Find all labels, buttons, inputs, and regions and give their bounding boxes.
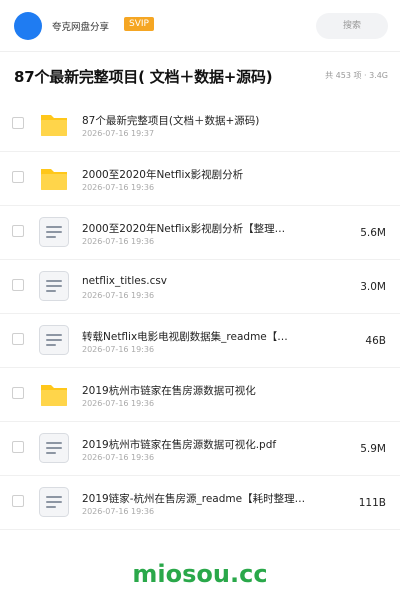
file-name: 2019链家-杭州在售房源_readme【耗时整理… (82, 493, 306, 505)
file-date: 2026-07-16 19:36 (82, 399, 155, 408)
file-list: 87个最新完整项目(文档＋数据+源码) 2026-07-16 19:37 2000至… (0, 98, 400, 530)
file-date: 2026-07-16 19:36 (82, 453, 155, 462)
select-checkbox[interactable] (12, 495, 24, 507)
file-date: 2026-07-16 19:36 (82, 237, 155, 246)
file-date: 2026-07-16 19:36 (82, 183, 155, 192)
file-row[interactable]: 2019杭州市链家在售房源数据可视化 2026-07-16 19:36 (0, 368, 400, 422)
select-checkbox[interactable] (12, 117, 24, 129)
file-name: 2019杭州市链家在售房源数据可视化 (82, 385, 256, 397)
folder-icon (38, 378, 70, 410)
document-icon (38, 270, 70, 302)
file-row[interactable]: 2019杭州市链家在售房源数据可视化.pdf 2026-07-16 19:36 5.… (0, 422, 400, 476)
document-icon (38, 216, 70, 248)
file-row[interactable]: netflix_titles.csv 2026-07-16 19:36 3.0M (0, 260, 400, 314)
file-name: 87个最新完整项目(文档＋数据+源码) (82, 115, 260, 127)
select-checkbox[interactable] (12, 171, 24, 183)
select-checkbox[interactable] (12, 333, 24, 345)
select-checkbox[interactable] (12, 279, 24, 291)
folder-meta: 共 453 项 · 3.4G (325, 71, 388, 80)
file-row[interactable]: 转载Netflix电影电视剧数据集_readme【… 2026-07-16 19:… (0, 314, 400, 368)
page-title: 87个最新完整项目( 文档＋数据+源码) (14, 68, 273, 86)
svip-badge: SVIP (124, 17, 154, 31)
select-checkbox[interactable] (12, 225, 24, 237)
app-header: 夸克网盘分享 SVIP 搜索 (0, 0, 400, 52)
file-name: 2000至2020年Netflix影视剧分析【整理… (82, 223, 286, 235)
watermark: miosou.cc (132, 560, 268, 588)
file-name: 2019杭州市链家在售房源数据可视化.pdf (82, 439, 277, 451)
file-date: 2026-07-16 19:36 (82, 291, 155, 300)
file-name: 转载Netflix电影电视剧数据集_readme【… (82, 331, 288, 343)
file-date: 2026-07-16 19:36 (82, 345, 155, 354)
file-name: 2000至2020年Netflix影视剧分析 (82, 169, 244, 181)
share-title: 夸克网盘分享 (52, 22, 110, 33)
file-name: netflix_titles.csv (82, 275, 168, 287)
file-row[interactable]: 2000至2020年Netflix影视剧分析 2026-07-16 19:36 (0, 152, 400, 206)
file-date: 2026-07-16 19:36 (82, 507, 155, 516)
document-icon (38, 324, 70, 356)
document-icon (38, 486, 70, 518)
file-row[interactable]: 2019链家-杭州在售房源_readme【耗时整理… 2026-07-16 19:… (0, 476, 400, 530)
file-row[interactable]: 87个最新完整项目(文档＋数据+源码) 2026-07-16 19:37 (0, 98, 400, 152)
file-size: 46B (365, 335, 386, 347)
avatar[interactable] (14, 12, 42, 40)
file-size: 111B (358, 497, 386, 509)
folder-icon (38, 162, 70, 194)
select-checkbox[interactable] (12, 441, 24, 453)
file-size: 5.9M (360, 443, 386, 455)
folder-icon (38, 108, 70, 140)
search-button[interactable]: 搜索 (316, 13, 388, 39)
file-row[interactable]: 2000至2020年Netflix影视剧分析【整理… 2026-07-16 19:… (0, 206, 400, 260)
file-size: 5.6M (360, 227, 386, 239)
file-size: 3.0M (360, 281, 386, 293)
document-icon (38, 432, 70, 464)
select-checkbox[interactable] (12, 387, 24, 399)
folder-header: 87个最新完整项目( 文档＋数据+源码) 共 453 项 · 3.4G (0, 52, 400, 98)
file-date: 2026-07-16 19:37 (82, 129, 155, 138)
